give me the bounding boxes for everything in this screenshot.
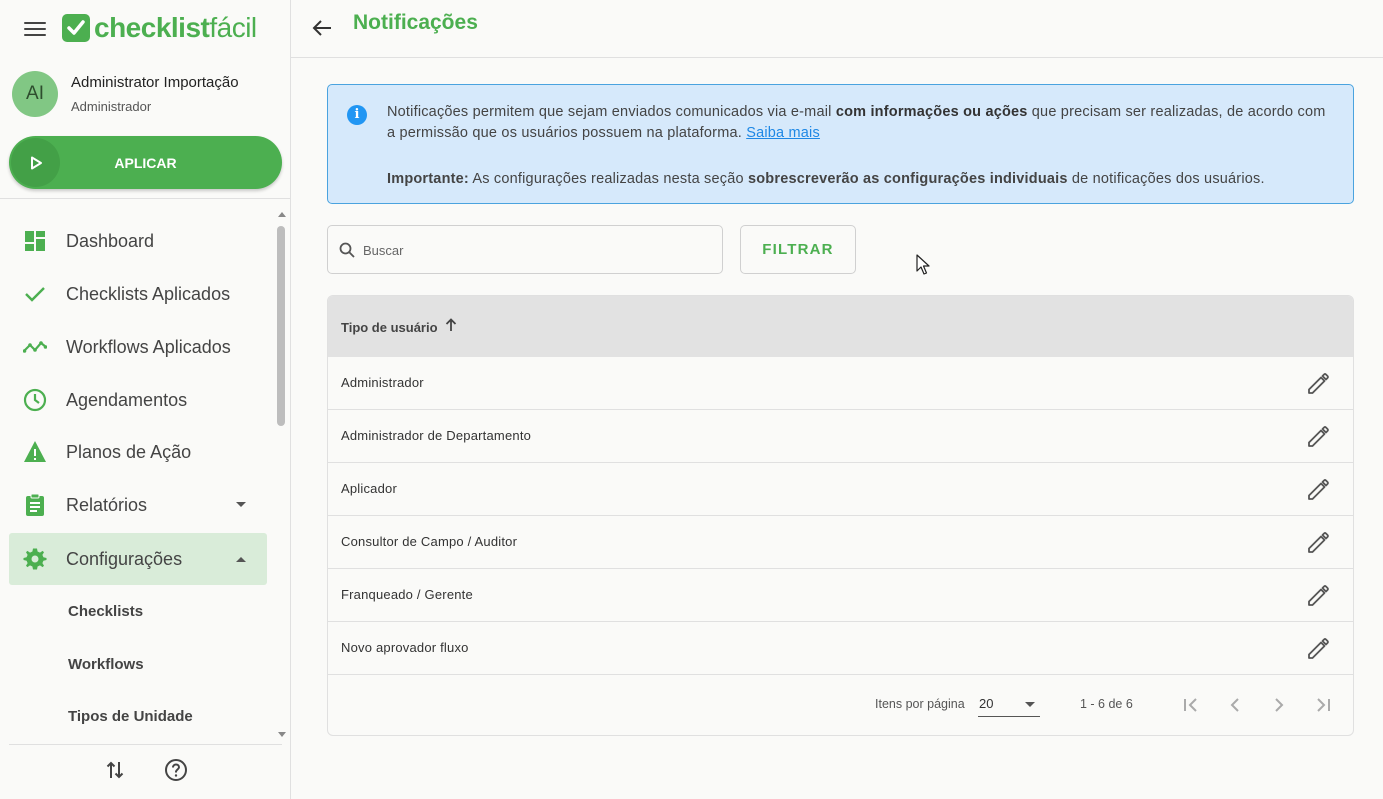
scroll-up-arrow[interactable] [278, 212, 286, 217]
nav-item-checklists-aplicados[interactable]: Checklists Aplicados [9, 268, 267, 320]
info-banner: i Notificações permitem que sejam enviad… [327, 84, 1354, 204]
nav-label: Agendamentos [66, 389, 188, 410]
search-field[interactable] [327, 225, 723, 274]
dropdown-caret-icon [1025, 702, 1035, 707]
user-type-cell: Administrador [341, 375, 424, 390]
play-icon [11, 138, 60, 187]
info-important: Importante: As configurações realizadas … [387, 171, 1265, 187]
swap-vertical-icon[interactable] [103, 758, 127, 782]
logo[interactable]: checklistfácil [62, 12, 257, 44]
next-page-icon[interactable] [1267, 693, 1291, 717]
column-header-user-type[interactable]: Tipo de usuário [341, 320, 438, 335]
sort-arrow-up-icon[interactable] [445, 318, 457, 332]
check-icon [25, 287, 45, 302]
items-per-page-value: 20 [979, 696, 994, 711]
user-type-cell: Consultor de Campo / Auditor [341, 534, 518, 549]
gear-icon [23, 548, 47, 570]
items-per-page-select[interactable]: 20 [978, 693, 1040, 717]
nav-label: Relatórios [66, 494, 148, 515]
logo-check-icon [62, 14, 90, 42]
clipboard-icon [26, 493, 44, 516]
nav-item-dashboard[interactable]: Dashboard [9, 215, 267, 267]
apply-button[interactable]: APLICAR [9, 136, 282, 189]
table-row: Franqueado / Gerente [328, 569, 1353, 622]
user-types-table: Tipo de usuário Administrador Administrad… [327, 295, 1354, 736]
edit-pencil-icon[interactable] [1306, 478, 1330, 502]
table-row: Administrador de Departamento [328, 410, 1353, 463]
nav-label: Checklists Aplicados [66, 283, 231, 304]
sidebar: checklistfácil AI Administrator Importaç… [0, 0, 291, 799]
nav-label: Planos de Ação [66, 441, 192, 462]
timeline-icon [23, 341, 47, 353]
clock-icon [23, 388, 47, 412]
table-header: Tipo de usuário [328, 296, 1353, 357]
nav-label: Configurações [66, 548, 183, 569]
nav-item-configuracoes[interactable]: Configurações [9, 533, 267, 585]
back-arrow-icon[interactable] [311, 17, 333, 39]
user-type-cell: Novo aprovador fluxo [341, 640, 469, 655]
pagination: Itens por página 20 1 - 6 de 6 [328, 674, 1353, 735]
info-icon: i [347, 105, 367, 125]
logo-text: checklistfácil [94, 12, 257, 43]
nav-label: Dashboard [66, 230, 155, 251]
brand-row: checklistfácil [0, 0, 290, 58]
user-name: Administrator Importação [71, 74, 239, 91]
page-range: 1 - 6 de 6 [1080, 697, 1133, 711]
last-page-icon[interactable] [1311, 693, 1335, 717]
page-title: Notificações [353, 11, 478, 34]
nav-label: Workflows Aplicados [66, 336, 231, 357]
sub-item-workflows[interactable]: Workflows [68, 656, 144, 673]
edit-pencil-icon[interactable] [1306, 372, 1330, 396]
help-icon[interactable] [164, 758, 188, 782]
table-row: Consultor de Campo / Auditor [328, 516, 1353, 569]
learn-more-link[interactable]: Saiba mais [746, 125, 820, 141]
edit-pencil-icon[interactable] [1306, 637, 1330, 661]
chevron-down-icon [236, 502, 246, 507]
first-page-icon[interactable] [1179, 693, 1203, 717]
user-profile[interactable]: AI Administrator Importação Administrado… [12, 71, 282, 119]
edit-pencil-icon[interactable] [1306, 531, 1330, 555]
nav-item-planos-de-acao[interactable]: Planos de Ação [9, 426, 267, 478]
sub-item-checklists[interactable]: Checklists [68, 603, 143, 620]
nav-item-workflows-aplicados[interactable]: Workflows Aplicados [9, 321, 267, 373]
table-row: Novo aprovador fluxo [328, 622, 1353, 675]
previous-page-icon[interactable] [1223, 693, 1247, 717]
chevron-up-icon [236, 557, 246, 562]
dashboard-icon [25, 231, 45, 251]
filter-button[interactable]: FILTRAR [740, 225, 856, 274]
divider [9, 744, 282, 745]
scroll-down-arrow[interactable] [278, 732, 286, 737]
divider [0, 198, 290, 199]
apply-label: APLICAR [114, 154, 177, 171]
user-role: Administrador [71, 99, 152, 114]
mouse-cursor-icon [916, 254, 930, 275]
nav-item-relatorios[interactable]: Relatórios [9, 479, 267, 531]
edit-pencil-icon[interactable] [1306, 584, 1330, 608]
user-type-cell: Administrador de Departamento [341, 428, 532, 443]
user-type-cell: Aplicador [341, 481, 397, 496]
scrollbar-thumb[interactable] [277, 226, 285, 426]
nav-item-agendamentos[interactable]: Agendamentos [9, 374, 267, 426]
warning-icon [24, 441, 46, 462]
avatar: AI [12, 71, 58, 117]
items-per-page-label: Itens por página [875, 697, 965, 711]
search-input[interactable] [363, 238, 703, 262]
sub-item-tipos-de-unidade[interactable]: Tipos de Unidade [68, 708, 193, 725]
info-paragraph: Notificações permitem que sejam enviados… [387, 104, 1326, 141]
user-type-cell: Franqueado / Gerente [341, 587, 473, 602]
menu-icon[interactable] [24, 22, 46, 40]
top-bar: Notificações [291, 0, 1383, 58]
table-row: Aplicador [328, 463, 1353, 516]
edit-pencil-icon[interactable] [1306, 425, 1330, 449]
search-icon [339, 242, 355, 258]
table-row: Administrador [328, 357, 1353, 410]
